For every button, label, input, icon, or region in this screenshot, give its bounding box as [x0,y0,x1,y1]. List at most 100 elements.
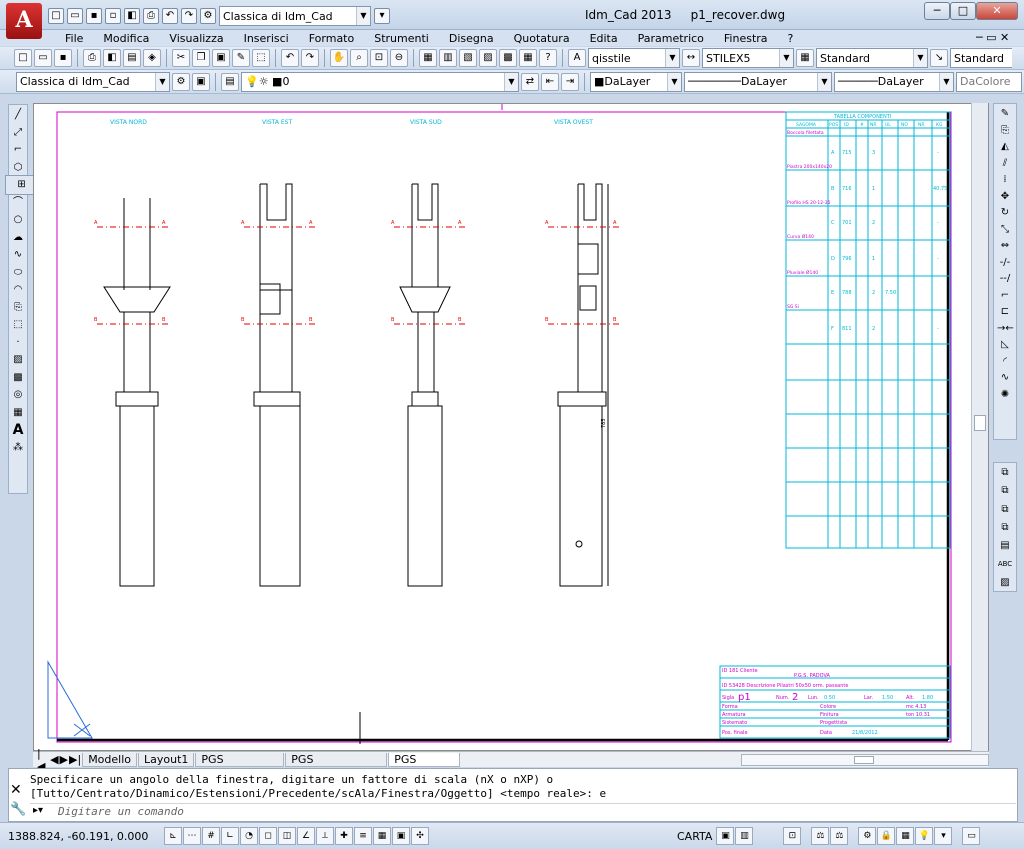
hardware-accel-icon[interactable]: ▦ [896,827,915,845]
workspace-switch-icon[interactable]: ⚙ [858,827,877,845]
scale-icon[interactable]: ⤡ [997,222,1013,239]
circle-icon[interactable]: ○ [10,212,26,229]
cut-icon[interactable]: ✂ [172,49,190,67]
table-style-icon[interactable]: ▦ [796,49,814,67]
tool-palettes-icon[interactable]: ▧ [459,49,477,67]
table-icon[interactable]: ▦ [10,405,26,422]
add-selected-icon[interactable]: ⁂ [10,440,26,457]
calculator-icon[interactable]: ▦ [519,49,537,67]
save-icon[interactable]: ▪ [86,8,102,24]
sheet-set-icon[interactable]: ▨ [479,49,497,67]
maximize-button[interactable]: □ [950,2,976,20]
workspace-select-2[interactable]: Classica di Idm_Cad ▼ [16,71,170,92]
layer-previous-icon[interactable]: ⇤ [541,72,559,91]
layer-state-icon[interactable]: ⇥ [561,72,579,91]
qat-customize-icon[interactable]: ▾ [374,8,390,24]
mleader-style-icon[interactable]: ↘ [930,49,948,67]
spline-icon[interactable]: ∿ [10,247,26,264]
grid-icon[interactable]: # [202,827,220,845]
paste-icon[interactable]: ▣ [212,49,230,67]
scroll-thumb[interactable] [974,415,986,431]
minimize-button[interactable]: ─ [924,2,950,20]
copy-object-icon[interactable]: ⎘ [997,123,1013,140]
gradient-icon[interactable]: ▩ [10,370,26,387]
command-settings-icon[interactable]: 🔧 [10,802,26,817]
close-command-icon[interactable]: ✕ [10,782,22,798]
match-properties-icon[interactable]: ✎ [232,49,250,67]
lock-toolbar-icon[interactable]: 🔒 [877,827,896,845]
fillet-icon[interactable]: ◜ [997,354,1013,371]
pan-icon[interactable]: ✋ [330,49,348,67]
quick-view-layouts-icon[interactable]: ▣ [716,827,735,845]
undo-icon[interactable]: ↶ [162,8,178,24]
workspace-gear-icon[interactable]: ⚙ [200,8,216,24]
ortho-icon[interactable]: ∟ [221,827,239,845]
properties-icon[interactable]: ▦ [419,49,437,67]
zoom-realtime-icon[interactable]: ⌕ [350,49,368,67]
layer-manager-icon[interactable]: ▤ [221,72,239,91]
close-button[interactable]: ✕ [976,2,1018,20]
infer-constraints-icon[interactable]: ⊾ [164,827,182,845]
dim-style-icon[interactable]: ↔ [682,49,700,67]
help-icon[interactable]: ? [539,49,557,67]
arc-icon[interactable]: ⌒ [10,195,26,212]
doc-window-controls[interactable]: ─ ▭ ✕ [976,31,1009,44]
app-menu-button[interactable]: A [6,3,42,39]
line-icon[interactable]: ╱ [10,107,26,124]
break-point-icon[interactable]: ⌐ [997,288,1013,305]
redo-icon[interactable]: ↷ [301,49,319,67]
plot-icon[interactable]: ⎙ [83,49,101,67]
copy-icon[interactable]: ❐ [192,49,210,67]
open-icon[interactable]: ▭ [67,8,83,24]
print-icon[interactable]: ⎙ [143,8,159,24]
move-icon[interactable]: ✥ [997,189,1013,206]
lineweight-icon[interactable]: ≡ [354,827,372,845]
rotate-icon[interactable]: ↻ [997,205,1013,222]
tab-modello[interactable]: Modello [82,752,138,767]
menu-disegna[interactable]: Disegna [439,32,504,45]
snap-icon[interactable]: ⋯ [183,827,201,845]
menu-help[interactable]: ? [778,32,804,45]
isolate-objects-icon[interactable]: 💡 [915,827,934,845]
break-icon[interactable]: ⊏ [997,304,1013,321]
paper-space-label[interactable]: CARTA [674,830,715,843]
quick-view-drawings-icon[interactable]: ▥ [735,827,754,845]
region-icon[interactable]: ◎ [10,387,26,404]
polar-icon[interactable]: ◔ [240,827,258,845]
layer-select[interactable]: 💡☼ ■ 0 ▼ [241,71,519,92]
tab-pgs-carpenteria[interactable]: PGS Carpenteria [285,752,388,779]
polygon-icon[interactable]: ⬡ [10,160,26,177]
undo-icon[interactable]: ↶ [281,49,299,67]
block-editor-icon[interactable]: ⬚ [252,49,270,67]
mleader-style-select[interactable]: Standard [950,48,1012,68]
status-menu-icon[interactable]: ▾ [934,827,953,845]
save-as-icon[interactable]: ▫ [105,8,121,24]
quick-properties-icon[interactable]: ▣ [392,827,410,845]
insert-block-icon[interactable]: ⎘ [10,300,26,317]
join-icon[interactable]: →← [997,321,1014,338]
lineweight-select[interactable]: ────── DaLayer ▼ [834,71,954,92]
zoom-previous-icon[interactable]: ⊖ [390,49,408,67]
point-icon[interactable]: · [10,335,26,352]
tab-next-icon[interactable]: ▶ [60,753,68,766]
osnap-icon[interactable]: ◻ [259,827,277,845]
dyn-icon[interactable]: ✚ [335,827,353,845]
array-icon[interactable]: ⁞ [997,172,1013,189]
hatch-icon[interactable]: ▨ [10,352,26,369]
workspace-icon[interactable]: ▣ [192,72,210,91]
dim-style-select[interactable]: STILEX5 ▼ [702,48,794,68]
horizontal-scrollbar[interactable] [741,753,990,766]
send-back-icon[interactable]: ⧉ [997,483,1013,499]
explode-icon[interactable]: ✺ [997,387,1013,404]
menu-inserisci[interactable]: Inserisci [234,32,299,45]
revcloud-icon[interactable]: ☁ [10,230,26,247]
menu-edita[interactable]: Edita [580,32,628,45]
chamfer-icon[interactable]: ◺ [997,337,1013,354]
extend-icon[interactable]: --/ [997,271,1013,288]
menu-parametrico[interactable]: Parametrico [628,32,714,45]
table-style-select[interactable]: Standard ▼ [816,48,928,68]
hscroll-thumb[interactable] [854,755,875,764]
tab-prev-icon[interactable]: ◀ [50,753,58,766]
plot-preview-icon[interactable]: ◧ [124,8,140,24]
mirror-icon[interactable]: ◭ [997,139,1013,156]
